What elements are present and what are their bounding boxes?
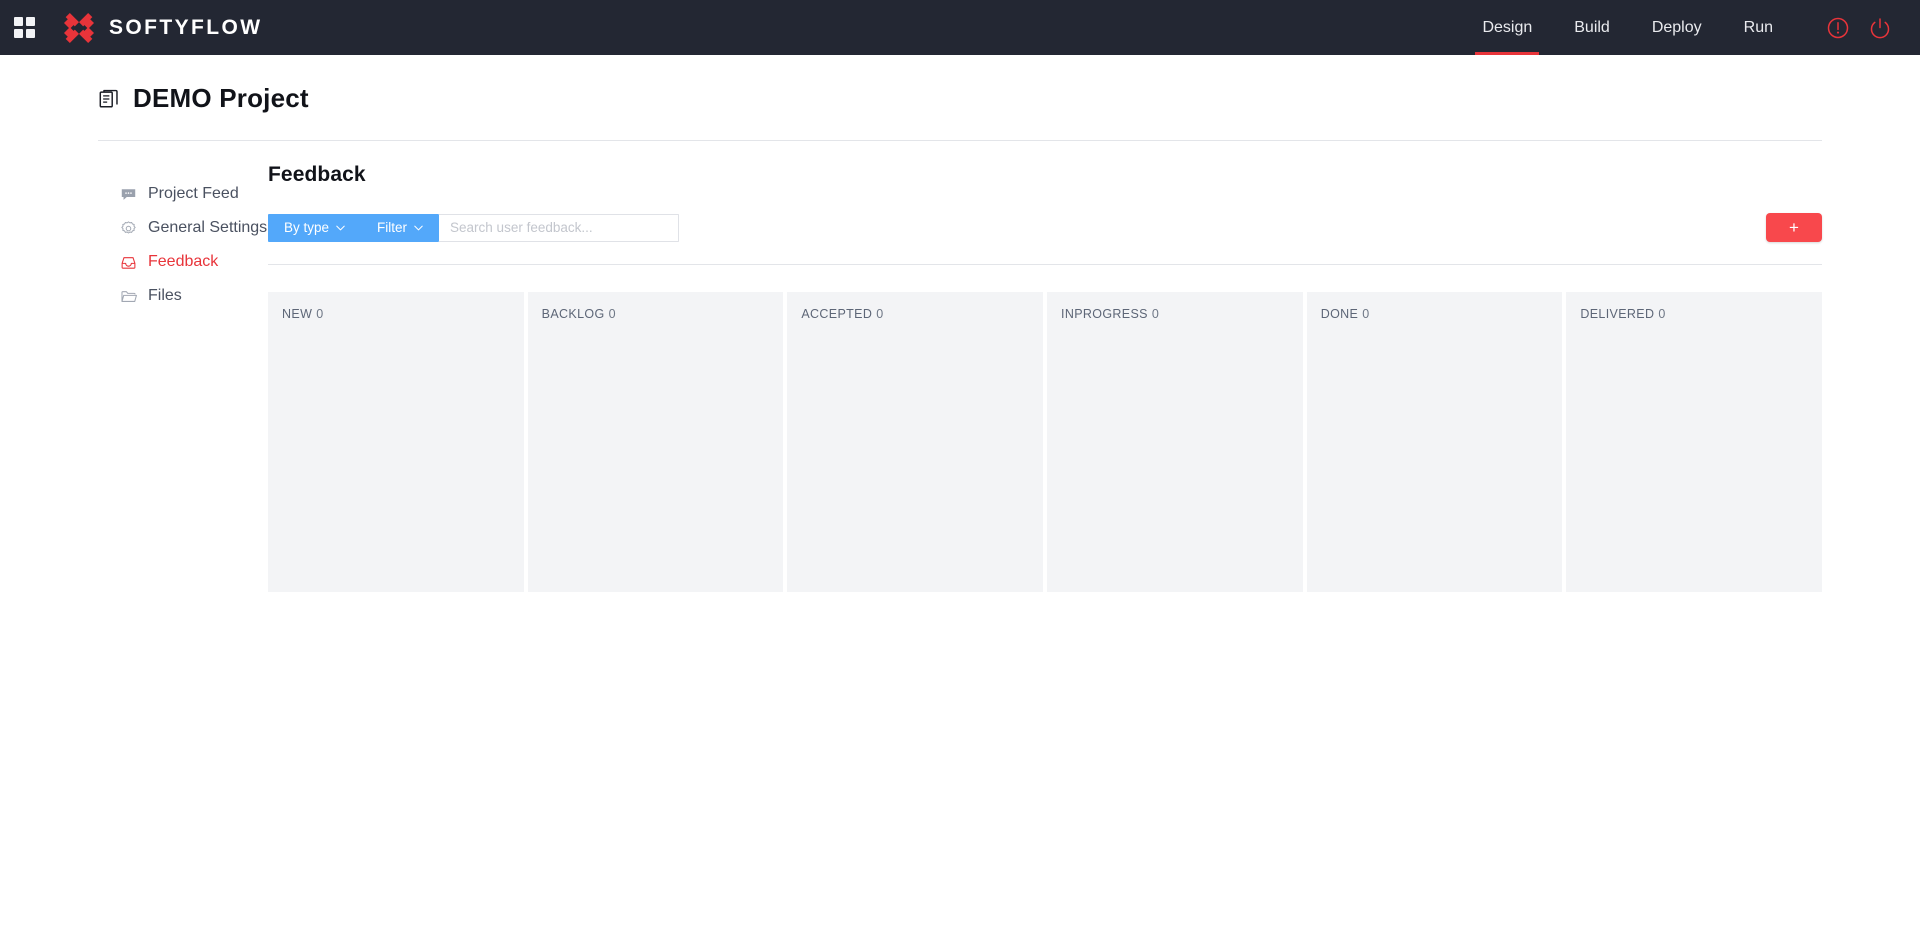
- column-name: ACCEPTED: [801, 307, 873, 321]
- column-count: 0: [1151, 307, 1160, 321]
- grid-cell: [26, 16, 35, 26]
- sidebar: Project Feed General Settings Feedback F…: [0, 163, 268, 592]
- board-column-inprogress[interactable]: INPROGRESS 0: [1047, 292, 1303, 592]
- filter-button-group: By type Filter: [268, 213, 440, 242]
- sidebar-item-project-feed[interactable]: Project Feed: [120, 177, 268, 211]
- column-count: 0: [1362, 307, 1370, 321]
- nav-item-deploy[interactable]: Deploy: [1631, 0, 1723, 55]
- column-count: 0: [608, 307, 616, 321]
- add-feedback-button[interactable]: +: [1766, 213, 1822, 242]
- sidebar-item-feedback[interactable]: Feedback: [120, 245, 268, 279]
- grid-cell: [26, 28, 35, 38]
- top-navigation-bar: SOFTYFLOW Design Build Deploy Run: [0, 0, 1920, 55]
- feedback-toolbar: By type Filter +: [268, 213, 1822, 265]
- sidebar-item-label: General Settings: [148, 219, 268, 236]
- column-count: 0: [316, 307, 324, 321]
- brand-name: SOFTYFLOW: [109, 15, 263, 39]
- softyflow-x-logo-icon: [64, 12, 94, 43]
- brand-logo[interactable]: SOFTYFLOW: [59, 8, 262, 48]
- column-header: DELIVERED 0: [1580, 307, 1808, 321]
- by-type-dropdown[interactable]: By type: [268, 214, 361, 242]
- column-header: INPROGRESS 0: [1061, 307, 1289, 321]
- topbar-actions: [1826, 16, 1892, 40]
- column-header: NEW 0: [282, 307, 510, 321]
- column-name: BACKLOG: [541, 307, 605, 321]
- column-header: DONE 0: [1321, 307, 1549, 321]
- page-header: DEMO Project: [0, 55, 1920, 140]
- board-column-accepted[interactable]: ACCEPTED 0: [787, 292, 1044, 592]
- section-title: Feedback: [268, 163, 366, 186]
- grid-apps-icon[interactable]: [14, 16, 36, 39]
- column-count: 0: [1658, 307, 1666, 321]
- alert-circle-icon[interactable]: [1826, 16, 1850, 40]
- gear-icon: [121, 220, 136, 234]
- folder-icon: [121, 290, 137, 302]
- nav-item-design[interactable]: Design: [1461, 0, 1553, 55]
- grid-cell: [14, 16, 23, 26]
- main-nav: Design Build Deploy Run: [1461, 0, 1794, 55]
- nav-item-run[interactable]: Run: [1723, 0, 1794, 55]
- column-header: ACCEPTED 0: [801, 307, 1029, 321]
- column-name: DELIVERED: [1580, 307, 1655, 321]
- column-name: INPROGRESS: [1061, 307, 1148, 321]
- grid-cell: [14, 28, 23, 38]
- board-column-backlog[interactable]: BACKLOG 0: [527, 292, 784, 592]
- board-column-new[interactable]: NEW 0: [268, 292, 524, 592]
- project-document-icon: [99, 89, 118, 108]
- board-column-delivered[interactable]: DELIVERED 0: [1566, 292, 1823, 592]
- column-count: 0: [876, 307, 884, 321]
- filter-dropdown[interactable]: Filter: [361, 214, 439, 242]
- power-icon[interactable]: [1868, 16, 1892, 40]
- chevron-down-icon: [336, 225, 345, 230]
- board-column-done[interactable]: DONE 0: [1306, 292, 1563, 592]
- page-body: Project Feed General Settings Feedback F…: [0, 141, 1920, 592]
- sidebar-item-label: Feedback: [148, 253, 219, 270]
- chevron-down-icon: [414, 225, 423, 230]
- sidebar-item-label: Project Feed: [148, 185, 239, 202]
- inbox-icon: [121, 256, 136, 269]
- filter-label: Filter: [377, 220, 408, 235]
- nav-item-build[interactable]: Build: [1553, 0, 1631, 55]
- sidebar-item-files[interactable]: Files: [120, 279, 268, 313]
- column-name: DONE: [1320, 307, 1359, 321]
- feed-chat-icon: [121, 188, 136, 200]
- by-type-label: By type: [284, 220, 330, 235]
- main-content: Feedback By type Filter +: [268, 163, 1920, 592]
- sidebar-item-label: Files: [148, 287, 182, 304]
- feedback-board: NEW0 BACKLOG0 ACCEPTED0 INPROGRESS0: [268, 292, 1823, 592]
- column-header: BACKLOG 0: [542, 307, 770, 321]
- sidebar-item-general-settings[interactable]: General Settings: [120, 211, 268, 245]
- column-name: NEW: [282, 307, 313, 321]
- page-title: DEMO Project: [133, 83, 309, 113]
- search-input[interactable]: [439, 213, 680, 242]
